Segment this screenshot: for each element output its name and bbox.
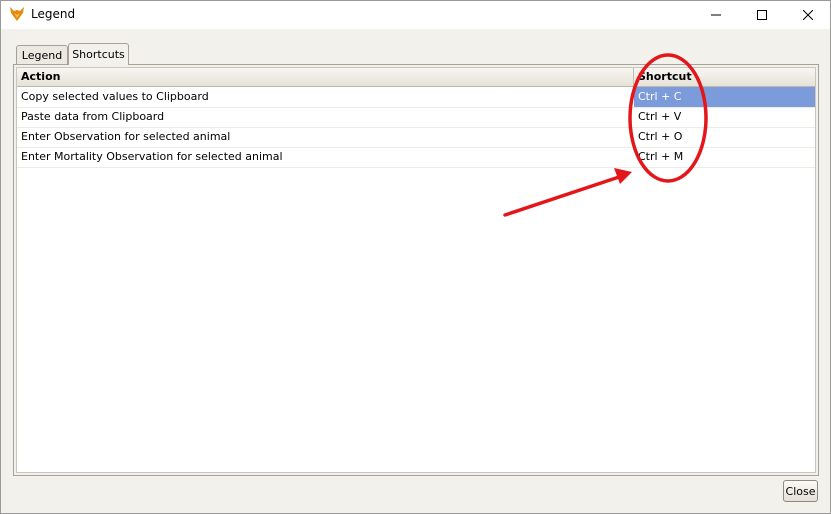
shortcut-cell[interactable]: Ctrl + C <box>634 87 815 107</box>
tab-legend[interactable]: Legend <box>16 45 68 64</box>
maximize-button[interactable] <box>739 1 785 29</box>
legend-window: Legend Legend Shortcuts Action Shortcut <box>0 0 831 514</box>
action-cell: Copy selected values to Clipboard <box>21 90 209 103</box>
shortcuts-table: Action Shortcut Copy selected values to … <box>16 67 816 473</box>
close-icon <box>803 10 813 20</box>
shortcut-cell[interactable]: Ctrl + V <box>634 107 815 127</box>
title-bar[interactable]: Legend <box>1 1 830 29</box>
action-cell: Paste data from Clipboard <box>21 110 165 123</box>
table-row[interactable]: Copy selected values to Clipboard Ctrl +… <box>17 87 815 108</box>
shortcut-cell[interactable]: Ctrl + O <box>634 127 815 147</box>
fox-icon <box>9 6 25 22</box>
window-title: Legend <box>31 7 76 21</box>
minimize-button[interactable] <box>693 1 739 29</box>
column-header-action[interactable]: Action <box>17 68 634 86</box>
tab-shortcuts[interactable]: Shortcuts <box>68 43 129 65</box>
shortcut-cell[interactable]: Ctrl + M <box>634 147 815 167</box>
close-window-button[interactable] <box>785 1 831 29</box>
column-header-shortcut[interactable]: Shortcut <box>634 68 815 86</box>
minimize-icon <box>711 14 721 16</box>
table-row[interactable]: Enter Observation for selected animal Ct… <box>17 127 815 148</box>
shortcuts-panel: Action Shortcut Copy selected values to … <box>13 64 819 476</box>
maximize-icon <box>757 10 767 20</box>
table-header: Action Shortcut <box>17 68 815 87</box>
close-button[interactable]: Close <box>783 480 818 502</box>
table-row[interactable]: Paste data from Clipboard Ctrl + V <box>17 107 815 128</box>
action-cell: Enter Observation for selected animal <box>21 130 231 143</box>
table-row[interactable]: Enter Mortality Observation for selected… <box>17 147 815 168</box>
action-cell: Enter Mortality Observation for selected… <box>21 150 283 163</box>
